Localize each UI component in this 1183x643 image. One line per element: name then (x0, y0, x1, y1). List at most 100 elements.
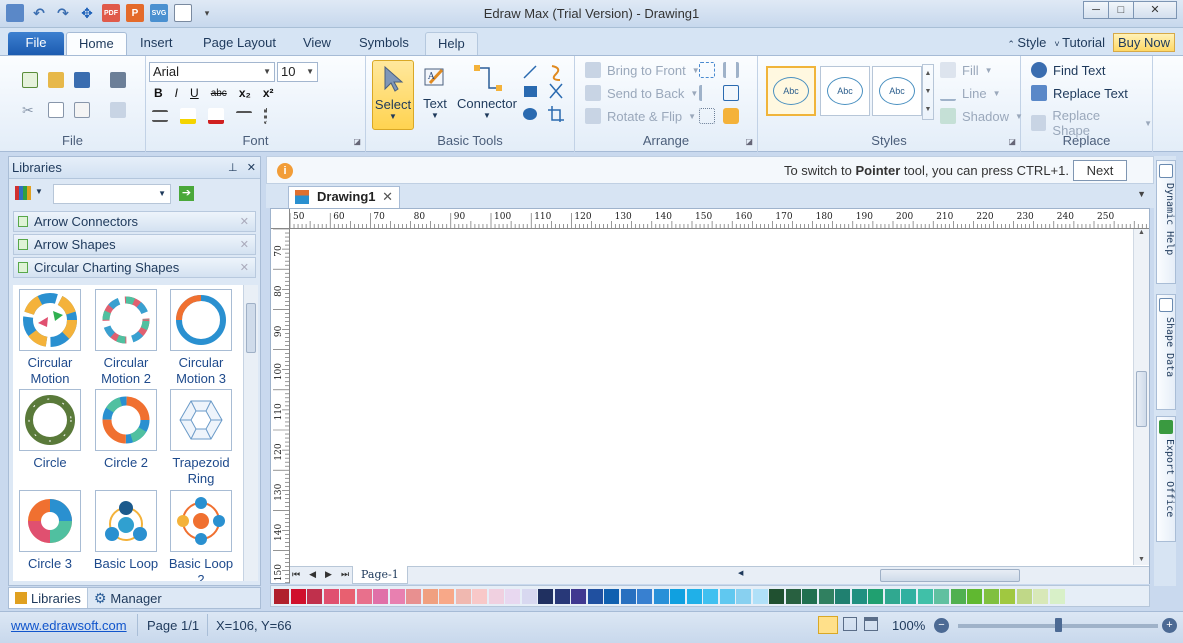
send-to-back-button[interactable]: Send to Back ▼ (585, 85, 698, 101)
color-swatch[interactable] (620, 588, 636, 604)
color-swatch[interactable] (802, 588, 817, 604)
color-swatch[interactable] (967, 588, 982, 604)
shape-basic-loop[interactable]: Basic Loop (89, 490, 163, 572)
close-button[interactable]: ✕ (1133, 1, 1177, 19)
bring-to-front-button[interactable]: Bring to Front ▼ (585, 62, 700, 78)
color-swatch[interactable] (373, 588, 388, 604)
print-icon[interactable] (110, 72, 126, 88)
font-size-select[interactable]: 10 ▼ (277, 62, 318, 82)
color-swatch[interactable] (884, 588, 900, 604)
horizontal-scroll-thumb[interactable] (880, 569, 1020, 582)
color-swatch[interactable] (818, 588, 834, 604)
color-swatch[interactable] (1049, 588, 1065, 604)
grid-icon[interactable] (699, 108, 715, 124)
scroll-up-icon[interactable]: ▲ (1134, 229, 1149, 236)
new-icon[interactable] (22, 72, 38, 88)
italic-icon[interactable]: I (175, 86, 178, 100)
library-category-circular-charting-shapes[interactable]: Circular Charting Shapes ✕ (13, 257, 256, 278)
shape-basic-loop-2[interactable]: Basic Loop 2 (164, 490, 238, 581)
library-category-arrow-connectors[interactable]: Arrow Connectors ✕ (13, 211, 256, 232)
format-painter-icon[interactable] (110, 102, 126, 118)
tab-manager[interactable]: ⚙ Manager (88, 588, 168, 608)
color-swatch[interactable] (604, 588, 619, 604)
color-swatch[interactable] (505, 588, 520, 604)
crosshair-tool-icon[interactable] (548, 84, 564, 100)
highlight-icon[interactable] (180, 108, 196, 124)
shape-trapezoid-ring[interactable]: Trapezoid Ring (164, 389, 238, 487)
line-tool-icon[interactable] (522, 64, 538, 80)
color-swatch[interactable] (950, 588, 966, 604)
normal-view-icon[interactable] (818, 616, 838, 634)
zoom-in-icon[interactable]: + (1162, 618, 1177, 633)
tab-file[interactable]: File (8, 32, 64, 55)
page-tab-page-1[interactable]: Page-1 (352, 566, 408, 584)
go-arrow-icon[interactable]: ➔ (179, 186, 194, 201)
chevron-down-icon[interactable]: ▼ (35, 187, 43, 196)
shape-circular-motion[interactable]: Circular Motion (13, 289, 87, 387)
ellipse-tool-icon[interactable] (522, 106, 538, 122)
strikethrough-icon[interactable]: abc (211, 88, 227, 99)
minimize-button[interactable]: ─ (1083, 1, 1109, 19)
library-search-input[interactable]: ▼ (53, 184, 171, 204)
close-icon[interactable]: ✕ (247, 162, 256, 174)
cut-icon[interactable]: ✂ (22, 102, 38, 118)
color-swatch[interactable] (703, 588, 718, 604)
close-icon[interactable]: ✕ (382, 187, 393, 207)
shape-circle[interactable]: Circle (13, 389, 87, 471)
last-page-icon[interactable]: ⏭ (341, 569, 349, 580)
tab-libraries[interactable]: Libraries (9, 588, 88, 608)
color-swatch[interactable] (653, 588, 669, 604)
scroll-thumb[interactable] (246, 303, 256, 353)
line-button[interactable]: Line ▼ (940, 85, 1001, 101)
arrange-dialog-launcher-icon[interactable]: ◪ (745, 137, 753, 146)
library-menu-icon[interactable] (15, 186, 31, 200)
tab-page-layout[interactable]: Page Layout (191, 32, 288, 55)
full-screen-icon[interactable] (843, 617, 857, 631)
align-left-icon[interactable] (699, 85, 715, 101)
save-icon[interactable] (74, 72, 90, 88)
close-icon[interactable]: ✕ (240, 212, 249, 232)
color-swatch[interactable] (983, 588, 999, 604)
color-swatch[interactable] (769, 588, 784, 604)
styles-gallery-scroll[interactable]: ▲ ▼ ▼ (922, 64, 934, 120)
color-swatch[interactable] (455, 588, 471, 604)
styles-dialog-launcher-icon[interactable]: ◪ (1008, 137, 1016, 146)
color-swatch[interactable] (934, 588, 949, 604)
buy-now-button[interactable]: Buy Now (1112, 33, 1175, 52)
color-swatch[interactable] (686, 588, 702, 604)
tab-help[interactable]: Help (425, 32, 478, 55)
print-preview-icon[interactable] (864, 617, 878, 631)
color-swatch[interactable] (719, 588, 735, 604)
select-tool-button[interactable]: Select ▼ (372, 60, 414, 130)
replace-text-button[interactable]: Replace Text (1031, 85, 1128, 101)
zoom-out-icon[interactable]: − (934, 618, 949, 633)
tab-view[interactable]: View (291, 32, 343, 55)
tab-symbols[interactable]: Symbols (347, 32, 421, 55)
first-page-icon[interactable]: ⏮ (292, 569, 300, 580)
scroll-left-icon[interactable]: ◀ (738, 569, 743, 577)
close-icon[interactable]: ✕ (240, 235, 249, 255)
font-color-icon[interactable] (208, 108, 224, 124)
line-spacing-icon[interactable] (152, 110, 168, 122)
color-swatch[interactable] (785, 588, 801, 604)
distribute-icon[interactable] (723, 62, 739, 78)
next-button[interactable]: Next (1073, 160, 1127, 181)
color-swatch[interactable] (851, 588, 867, 604)
color-swatch[interactable] (752, 588, 768, 604)
style-preset-2[interactable]: Abc (820, 66, 870, 116)
color-swatch[interactable] (1033, 588, 1048, 604)
chevron-down-icon[interactable]: ▼ (1137, 189, 1146, 199)
color-swatch[interactable] (323, 588, 339, 604)
open-icon[interactable] (48, 72, 64, 88)
tab-home[interactable]: Home (66, 32, 127, 55)
shadow-button[interactable]: Shadow ▼ (940, 108, 1023, 124)
rectangle-tool-icon[interactable] (522, 84, 538, 100)
color-swatch[interactable] (1000, 588, 1015, 604)
underline-icon[interactable]: U (190, 86, 199, 100)
color-swatch[interactable] (554, 588, 570, 604)
color-swatch[interactable] (587, 588, 603, 604)
color-swatch[interactable] (736, 588, 751, 604)
shape-circle-2[interactable]: Circle 2 (89, 389, 163, 471)
close-icon[interactable]: ✕ (240, 258, 249, 278)
font-dialog-launcher-icon[interactable]: ◪ (353, 137, 361, 146)
